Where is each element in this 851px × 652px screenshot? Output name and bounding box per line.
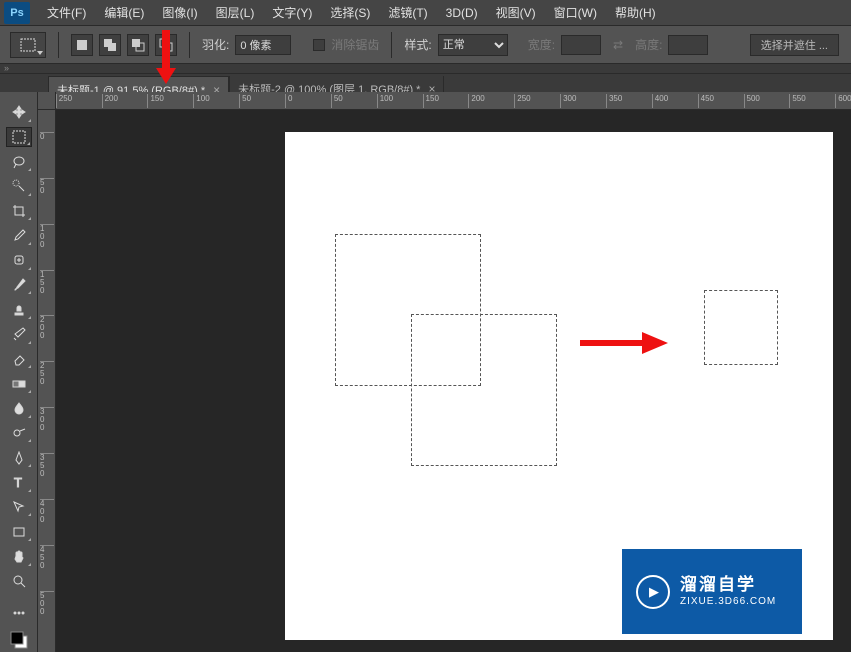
selection-add-icon[interactable]	[99, 34, 121, 56]
path-select-tool[interactable]	[6, 497, 32, 518]
menu-edit[interactable]: 编辑(E)	[95, 0, 153, 26]
style-label: 样式:	[404, 36, 431, 53]
svg-text:T: T	[14, 475, 22, 489]
width-label: 宽度:	[528, 36, 555, 53]
menu-type[interactable]: 文字(Y)	[263, 0, 321, 26]
history-brush-tool[interactable]	[6, 324, 32, 345]
blur-tool[interactable]	[6, 398, 32, 419]
hand-tool[interactable]	[6, 546, 32, 567]
menu-bar: Ps 文件(F) 编辑(E) 图像(I) 图层(L) 文字(Y) 选择(S) 滤…	[0, 0, 851, 26]
menu-filter[interactable]: 滤镜(T)	[379, 0, 436, 26]
ruler-horizontal: 2502001501005005010015020025030035040045…	[56, 92, 851, 110]
style-select[interactable]: 正常	[438, 34, 508, 56]
lasso-tool[interactable]	[6, 151, 32, 172]
type-tool[interactable]: T	[6, 472, 32, 493]
eraser-tool[interactable]	[6, 349, 32, 370]
pen-tool[interactable]	[6, 447, 32, 468]
arrow-red-icon	[580, 330, 670, 361]
dodge-tool[interactable]	[6, 423, 32, 444]
options-bar: 羽化: 消除锯齿 样式: 正常 宽度: ⇄ 高度: 选择并遮住 ...	[0, 26, 851, 64]
menu-help[interactable]: 帮助(H)	[606, 0, 665, 26]
quick-select-tool[interactable]	[6, 176, 32, 197]
antialias-checkbox	[313, 39, 325, 51]
feather-label: 羽化:	[202, 36, 229, 53]
zoom-tool[interactable]	[6, 571, 32, 592]
gradient-tool[interactable]	[6, 373, 32, 394]
height-input	[668, 35, 708, 55]
menu-window[interactable]: 窗口(W)	[545, 0, 606, 26]
app-logo: Ps	[4, 2, 30, 24]
width-input	[561, 35, 601, 55]
selection-rect-result	[704, 290, 778, 365]
swap-icon: ⇄	[613, 38, 623, 52]
healing-tool[interactable]	[6, 250, 32, 271]
stamp-tool[interactable]	[6, 299, 32, 320]
crop-tool[interactable]	[6, 201, 32, 222]
selection-subtract-icon[interactable]	[127, 34, 149, 56]
ruler-corner	[38, 92, 56, 110]
watermark-subtitle: ZIXUE.3D66.COM	[680, 596, 776, 608]
selection-new-icon[interactable]	[71, 34, 93, 56]
watermark: 溜溜自学 ZIXUE.3D66.COM	[622, 549, 802, 634]
menu-3d[interactable]: 3D(D)	[437, 0, 487, 26]
move-tool[interactable]	[6, 102, 32, 123]
menu-file[interactable]: 文件(F)	[38, 0, 95, 26]
watermark-title: 溜溜自学	[680, 575, 776, 595]
current-tool-chip[interactable]	[10, 32, 46, 58]
eyedropper-tool[interactable]	[6, 225, 32, 246]
antialias-label: 消除锯齿	[331, 36, 379, 53]
menu-select[interactable]: 选择(S)	[321, 0, 379, 26]
menu-view[interactable]: 视图(V)	[487, 0, 545, 26]
select-and-mask-button[interactable]: 选择并遮住 ...	[750, 34, 839, 56]
marquee-tool[interactable]	[6, 127, 32, 148]
shape-tool[interactable]	[6, 521, 32, 542]
menu-image[interactable]: 图像(I)	[153, 0, 206, 26]
feather-input[interactable]	[235, 35, 291, 55]
extras-icon[interactable]	[6, 603, 32, 624]
watermark-logo-icon	[636, 575, 670, 609]
menu-layer[interactable]: 图层(L)	[207, 0, 264, 26]
marquee-icon	[20, 38, 36, 52]
height-label: 高度:	[635, 36, 662, 53]
toolbox: T	[0, 92, 38, 652]
color-swatch[interactable]	[6, 628, 32, 652]
selection-rect-2	[411, 314, 557, 466]
ruler-vertical: 05 01 0 01 5 02 0 02 5 03 0 03 5 04 0 04…	[38, 110, 56, 652]
panel-strip	[0, 64, 851, 74]
arrow-marker-icon	[155, 30, 177, 91]
brush-tool[interactable]	[6, 275, 32, 296]
